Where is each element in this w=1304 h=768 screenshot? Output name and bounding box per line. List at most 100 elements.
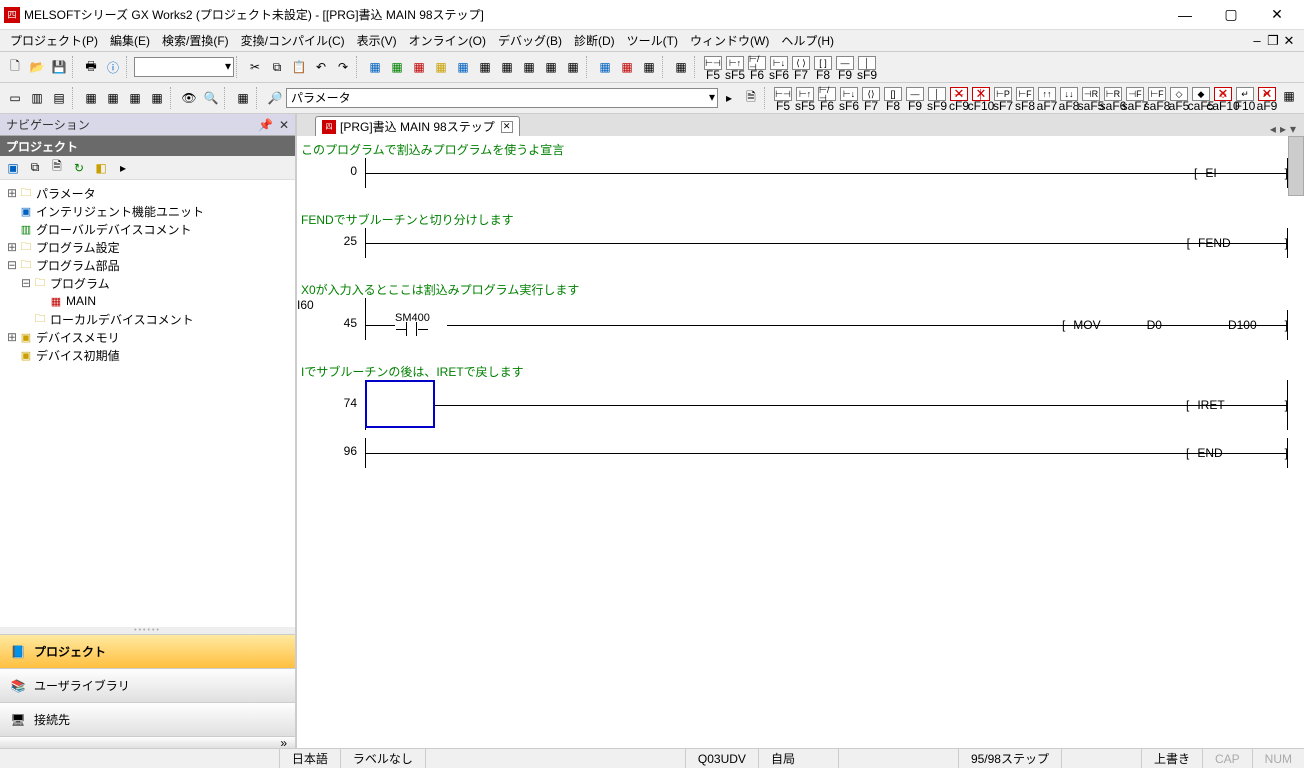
undo-button[interactable]: ↶ [310, 56, 332, 78]
nav-pin-icon[interactable]: 📌 [258, 118, 273, 132]
doc-btn[interactable]: 🗎 [740, 87, 762, 109]
contact-sm400[interactable]: SM400 [395, 312, 430, 336]
fk2-0[interactable]: ⊢⊣F5 [772, 85, 794, 111]
goto-btn[interactable]: ▸ [718, 87, 740, 109]
mdi-close-icon[interactable]: ✕ [1282, 33, 1296, 49]
layout-btn-5[interactable]: ▦ [102, 87, 124, 109]
nav-btn-3[interactable]: 🗎 [48, 159, 66, 177]
dev-btn-4[interactable]: ▦ [430, 56, 452, 78]
fk2-2[interactable]: ⊢/⊣F6 [816, 85, 838, 111]
menu-tool[interactable]: ツール(T) [621, 30, 684, 51]
print-button[interactable]: 🖶 [80, 56, 102, 78]
maximize-button[interactable]: ▢ [1208, 1, 1254, 29]
rung-3[interactable]: 45 SM400 [MOVD0D100] [297, 310, 1294, 340]
help-button[interactable]: ⓘ [102, 56, 124, 78]
fk-sf9[interactable]: │sF9 [856, 54, 878, 80]
rung-4[interactable]: 74 [IRET] [297, 380, 1294, 430]
tree-intel[interactable]: ▣インテリジェント機能ユニット [2, 202, 293, 220]
menu-project[interactable]: プロジェクト(P) [4, 30, 104, 51]
cut-button[interactable]: ✂ [244, 56, 266, 78]
param-combo[interactable]: パラメータ [286, 88, 718, 108]
menu-debug[interactable]: デバッグ(B) [492, 30, 568, 51]
paste-button[interactable]: 📋 [288, 56, 310, 78]
menu-diag[interactable]: 診断(D) [568, 30, 621, 51]
nav-btn-4[interactable]: ↻ [70, 159, 88, 177]
open-button[interactable]: 📂 [26, 56, 48, 78]
dev-btn-8[interactable]: ▦ [518, 56, 540, 78]
rung-1[interactable]: 0 [EI] [297, 158, 1294, 188]
fk-f6[interactable]: ⊢/⊣F6 [746, 54, 768, 80]
navcat-conn[interactable]: 🖥接続先 [0, 702, 295, 736]
view-btn-3[interactable]: ▦ [232, 87, 254, 109]
layout-btn-4[interactable]: ▦ [80, 87, 102, 109]
tree-devmem[interactable]: ⊞▣デバイスメモリ [2, 328, 293, 346]
fk2-21[interactable]: ↵F10 [1234, 85, 1256, 111]
tree-main[interactable]: ▦MAIN [2, 292, 293, 310]
fk2-10[interactable]: ⊢PsF7 [992, 85, 1014, 111]
rung-5[interactable]: 96 [END] [297, 438, 1294, 468]
menu-find[interactable]: 検索/置換(F) [156, 30, 235, 51]
ladder-cursor[interactable] [365, 380, 435, 428]
dev-btn-2[interactable]: ▦ [386, 56, 408, 78]
nav-btn-6[interactable]: ▸ [114, 159, 132, 177]
tab-prev-icon[interactable]: ◂ [1270, 122, 1276, 136]
dev-btn-5[interactable]: ▦ [452, 56, 474, 78]
navcat-collapse[interactable]: » [0, 736, 295, 748]
tab-next-icon[interactable]: ▸ [1280, 122, 1286, 136]
fk2-20[interactable]: ◇caF10 [1212, 85, 1234, 111]
nav-grip[interactable]: •••••• [0, 627, 295, 634]
dev-btn-14[interactable]: ▦ [670, 56, 692, 78]
mdi-restore-icon[interactable]: ❐ [1266, 33, 1280, 49]
view-btn-1[interactable]: 👁 [178, 87, 200, 109]
fk2-3[interactable]: ⊢↓sF6 [838, 85, 860, 111]
tree-localcom[interactable]: 🗀ローカルデバイスコメント [2, 310, 293, 328]
dev-btn-12[interactable]: ▦ [616, 56, 638, 78]
fk-sf5[interactable]: ⊢↑sF5 [724, 54, 746, 80]
new-button[interactable]: 🗋 [4, 56, 26, 78]
menu-window[interactable]: ウィンドウ(W) [684, 30, 775, 51]
minimize-button[interactable]: — [1162, 1, 1208, 29]
dev-btn-3[interactable]: ▦ [408, 56, 430, 78]
dev-btn-13[interactable]: ▦ [638, 56, 660, 78]
menu-help[interactable]: ヘルプ(H) [775, 30, 840, 51]
view-btn-2[interactable]: 🔍 [200, 87, 222, 109]
fk2-5[interactable]: []F8 [882, 85, 904, 111]
layout-btn-7[interactable]: ▦ [146, 87, 168, 109]
fk-f8[interactable]: [ ]F8 [812, 54, 834, 80]
scrollbar-thumb[interactable] [1288, 136, 1304, 196]
document-tab[interactable]: 四 [PRG]書込 MAIN 98ステップ ✕ [315, 116, 520, 136]
redo-button[interactable]: ↷ [332, 56, 354, 78]
fk2-9[interactable]: │cF10 [970, 85, 992, 111]
mdi-minimize-icon[interactable]: – [1250, 33, 1264, 49]
menu-online[interactable]: オンライン(O) [403, 30, 492, 51]
navcat-project[interactable]: 📘プロジェクト [0, 634, 295, 668]
rung-2[interactable]: 25 [FEND] [297, 228, 1294, 258]
fk2-1[interactable]: ⊢↑sF5 [794, 85, 816, 111]
tree-global[interactable]: ▥グローバルデバイスコメント [2, 220, 293, 238]
fk2-4[interactable]: ⟨⟩F7 [860, 85, 882, 111]
dev-btn-6[interactable]: ▦ [474, 56, 496, 78]
find-btn[interactable]: 🔎 [264, 87, 286, 109]
fk2-6[interactable]: —F9 [904, 85, 926, 111]
tab-close-icon[interactable]: ✕ [501, 121, 513, 133]
fk2-extra[interactable]: ▦ [1278, 85, 1300, 107]
ladder-editor[interactable]: このプログラムで割込みプログラムを使うよ宣言 0 [EI] FENDでサブルーチ… [297, 136, 1304, 748]
dev-btn-7[interactable]: ▦ [496, 56, 518, 78]
dev-btn-11[interactable]: ▦ [594, 56, 616, 78]
fk2-22[interactable]: ↵aF9 [1256, 85, 1278, 111]
tree-devinit[interactable]: ▣デバイス初期値 [2, 346, 293, 364]
fk2-11[interactable]: ⊢FsF8 [1014, 85, 1036, 111]
menu-view[interactable]: 表示(V) [351, 30, 403, 51]
nav-close-icon[interactable]: ✕ [279, 118, 289, 132]
combo-1[interactable] [134, 57, 234, 77]
layout-btn-3[interactable]: ▤ [48, 87, 70, 109]
layout-btn-1[interactable]: ▭ [4, 87, 26, 109]
fk-sf6[interactable]: ⊢↓sF6 [768, 54, 790, 80]
tree-program[interactable]: ⊟🗀プログラム [2, 274, 293, 292]
layout-btn-6[interactable]: ▦ [124, 87, 146, 109]
fk-f5[interactable]: ⊢⊣F5 [702, 54, 724, 80]
fk-f9[interactable]: —F9 [834, 54, 856, 80]
fk2-7[interactable]: │sF9 [926, 85, 948, 111]
tab-menu-icon[interactable]: ▾ [1290, 122, 1296, 136]
navcat-userlib[interactable]: 📚ユーザライブラリ [0, 668, 295, 702]
